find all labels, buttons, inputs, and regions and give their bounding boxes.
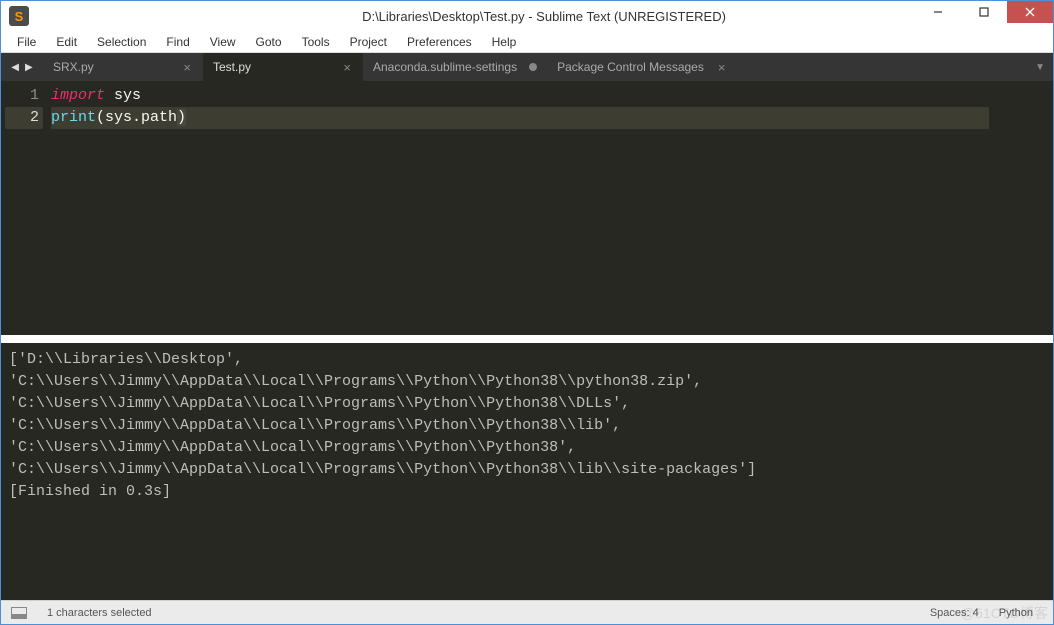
- menu-file[interactable]: File: [7, 33, 46, 51]
- tab-nav[interactable]: ◀ ▶: [1, 53, 43, 81]
- minimap[interactable]: [993, 81, 1053, 335]
- tab-close-icon[interactable]: ×: [341, 60, 353, 75]
- window-controls: [915, 1, 1053, 23]
- tab-label: Test.py: [213, 60, 329, 74]
- keyword: import: [51, 87, 105, 104]
- tab-dirty-icon[interactable]: [529, 63, 537, 71]
- tabbar: ◀ ▶ SRX.py × Test.py × Anaconda.sublime-…: [1, 53, 1053, 81]
- panel-toggle-icon[interactable]: [11, 607, 27, 619]
- tab-next-icon[interactable]: ▶: [25, 62, 33, 73]
- menu-find[interactable]: Find: [156, 33, 199, 51]
- editor-pane: 1 2 import sys print(sys.path): [1, 81, 1053, 335]
- window-title: D:\Libraries\Desktop\Test.py - Sublime T…: [35, 9, 1053, 24]
- tab-label: Package Control Messages: [557, 60, 704, 74]
- gutter[interactable]: 1 2: [1, 81, 47, 335]
- tab-prev-icon[interactable]: ◀: [11, 62, 19, 73]
- selected-text: ): [177, 109, 186, 126]
- output-line: 'C:\\Users\\Jimmy\\AppData\\Local\\Progr…: [9, 439, 576, 456]
- menu-project[interactable]: Project: [340, 33, 397, 51]
- statusbar: 1 characters selected Spaces: 4 Python: [1, 600, 1053, 624]
- menu-view[interactable]: View: [200, 33, 246, 51]
- output-line: 'C:\\Users\\Jimmy\\AppData\\Local\\Progr…: [9, 373, 702, 390]
- tab-close-icon[interactable]: ×: [181, 60, 193, 75]
- tab-label: Anaconda.sublime-settings: [373, 60, 517, 74]
- tab-package-control[interactable]: Package Control Messages ×: [547, 53, 737, 81]
- function-name: print: [51, 109, 96, 126]
- status-selection: 1 characters selected: [37, 607, 162, 619]
- tab-test[interactable]: Test.py ×: [203, 53, 363, 81]
- menu-tools[interactable]: Tools: [292, 33, 340, 51]
- module-name: sys: [105, 87, 141, 104]
- output-line: ['D:\\Libraries\\Desktop',: [9, 351, 243, 368]
- status-indent[interactable]: Spaces: 4: [920, 607, 989, 619]
- output-line: 'C:\\Users\\Jimmy\\AppData\\Local\\Progr…: [9, 461, 756, 478]
- tab-srx[interactable]: SRX.py ×: [43, 53, 203, 81]
- output-line: 'C:\\Users\\Jimmy\\AppData\\Local\\Progr…: [9, 395, 630, 412]
- window-titlebar: S D:\Libraries\Desktop\Test.py - Sublime…: [1, 1, 1053, 31]
- argument: sys.path: [105, 109, 177, 126]
- tab-label: SRX.py: [53, 60, 169, 74]
- output-line: 'C:\\Users\\Jimmy\\AppData\\Local\\Progr…: [9, 417, 621, 434]
- tab-anaconda-settings[interactable]: Anaconda.sublime-settings: [363, 53, 547, 81]
- tab-close-icon[interactable]: ×: [716, 60, 728, 75]
- editor-area: 1 2 import sys print(sys.path) ['D:\\Libr…: [1, 81, 1053, 600]
- panel-divider[interactable]: [1, 335, 1053, 343]
- menu-goto[interactable]: Goto: [246, 33, 292, 51]
- menu-edit[interactable]: Edit: [46, 33, 87, 51]
- code-editor[interactable]: import sys print(sys.path): [47, 81, 993, 335]
- build-output[interactable]: ['D:\\Libraries\\Desktop', 'C:\\Users\\J…: [1, 343, 1053, 600]
- menu-help[interactable]: Help: [482, 33, 527, 51]
- status-syntax[interactable]: Python: [989, 607, 1043, 619]
- menubar: File Edit Selection Find View Goto Tools…: [1, 31, 1053, 53]
- close-button[interactable]: [1007, 1, 1053, 23]
- minimize-button[interactable]: [915, 1, 961, 23]
- punctuation: (: [96, 109, 105, 126]
- menu-selection[interactable]: Selection: [87, 33, 156, 51]
- line-number[interactable]: 1: [5, 85, 39, 107]
- line-number[interactable]: 2: [5, 107, 43, 129]
- app-icon: S: [9, 6, 29, 26]
- tab-dropdown-icon[interactable]: ▼: [1035, 53, 1045, 81]
- output-line: [Finished in 0.3s]: [9, 483, 171, 500]
- menu-preferences[interactable]: Preferences: [397, 33, 482, 51]
- maximize-button[interactable]: [961, 1, 1007, 23]
